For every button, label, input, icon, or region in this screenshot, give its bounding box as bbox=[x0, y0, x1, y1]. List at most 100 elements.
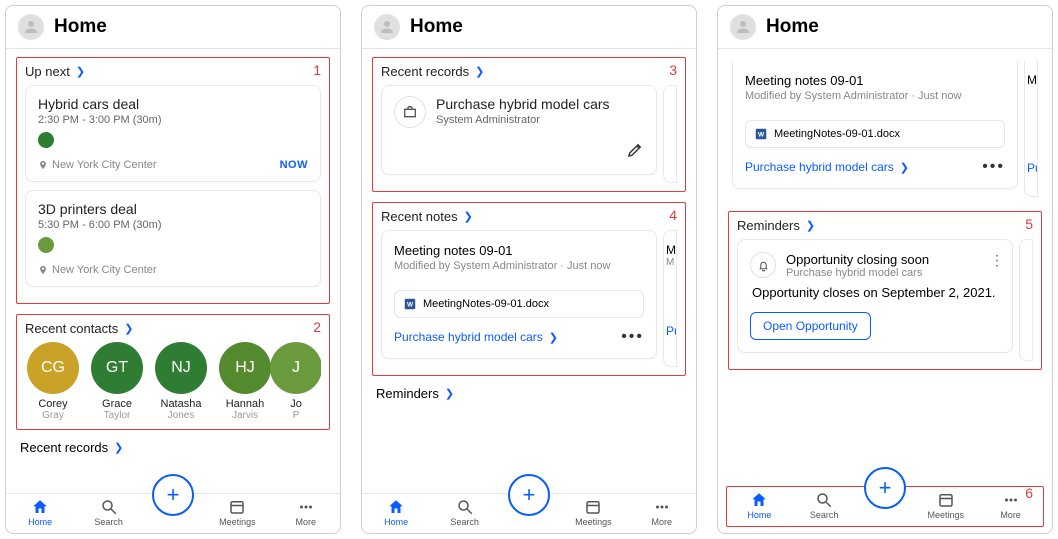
tab-meetings[interactable]: Meetings bbox=[212, 498, 262, 527]
contact-avatar: CG bbox=[27, 342, 79, 394]
now-badge: NOW bbox=[280, 159, 308, 171]
reminders-header[interactable]: Reminders ❯ bbox=[737, 218, 1033, 233]
tab-more[interactable]: More bbox=[637, 498, 687, 527]
meeting-card[interactable]: Hybrid cars deal 2:30 PM - 3:00 PM (30m)… bbox=[25, 85, 321, 182]
open-opportunity-button[interactable]: Open Opportunity bbox=[750, 312, 871, 340]
contact-avatar: GT bbox=[91, 342, 143, 394]
person-icon bbox=[22, 18, 40, 36]
fab-add-button[interactable]: + bbox=[864, 467, 906, 509]
peek-sub: M bbox=[666, 257, 674, 268]
word-doc-icon: W bbox=[754, 127, 768, 141]
note-card[interactable]: Meeting notes 09-01 Modified by System A… bbox=[381, 230, 657, 359]
contact-item[interactable]: J Jo P bbox=[281, 342, 311, 421]
tab-bar: 6 + Home Search Meetings More bbox=[726, 486, 1044, 527]
meeting-card[interactable]: 3D printers deal 5:30 PM - 6:00 PM (30m)… bbox=[25, 190, 321, 287]
section-label: Recent notes bbox=[381, 209, 458, 224]
record-card-peek[interactable] bbox=[663, 85, 677, 183]
section-label: Recent records bbox=[20, 440, 108, 455]
section-label: Recent records bbox=[381, 64, 469, 79]
page-title: Home bbox=[766, 16, 819, 38]
tab-label: Home bbox=[384, 517, 408, 527]
fab-add-button[interactable]: + bbox=[508, 474, 550, 516]
note-attachment[interactable]: W MeetingNotes-09-01.docx bbox=[745, 120, 1005, 148]
reminders-header[interactable]: Reminders ❯ bbox=[376, 386, 682, 401]
up-next-header[interactable]: Up next ❯ bbox=[25, 64, 321, 79]
contact-first: Hannah bbox=[226, 398, 265, 410]
fab-add-button[interactable]: + bbox=[152, 474, 194, 516]
related-record-link[interactable]: Purchase hybrid model cars ❯ bbox=[745, 160, 909, 174]
reminders-section: 5 Reminders ❯ ⋮ Opportunity closing soon bbox=[728, 211, 1042, 370]
tab-search[interactable]: Search bbox=[84, 498, 134, 527]
screen-body: 1 Up next ❯ Hybrid cars deal 2:30 PM - 3… bbox=[6, 49, 340, 493]
tab-label: Home bbox=[747, 510, 771, 520]
phone-screen-2: Home 3 Recent records ❯ Purchase hybrid … bbox=[361, 5, 697, 534]
reminder-more-button[interactable]: ⋮ bbox=[990, 252, 1004, 269]
note-attachment[interactable]: W MeetingNotes-09-01.docx bbox=[394, 290, 644, 318]
bell-icon bbox=[750, 252, 776, 278]
profile-avatar[interactable] bbox=[730, 14, 756, 40]
meeting-time: 5:30 PM - 6:00 PM (30m) bbox=[38, 219, 308, 231]
search-icon bbox=[100, 498, 118, 516]
callout-number: 3 bbox=[669, 62, 677, 78]
tab-meetings[interactable]: Meetings bbox=[568, 498, 618, 527]
recent-records-header[interactable]: Recent records ❯ bbox=[20, 440, 326, 455]
more-actions-button[interactable]: ••• bbox=[621, 328, 644, 346]
more-actions-button[interactable]: ••• bbox=[982, 158, 1005, 176]
reminder-card-peek[interactable] bbox=[1019, 239, 1033, 361]
note-card-peek[interactable]: M M Pu bbox=[663, 230, 677, 367]
contact-last: Taylor bbox=[104, 410, 131, 421]
contact-avatar: NJ bbox=[155, 342, 207, 394]
meeting-time: 2:30 PM - 3:00 PM (30m) bbox=[38, 114, 308, 126]
attachment-name: MeetingNotes-09-01.docx bbox=[423, 298, 549, 310]
app-header: Home bbox=[6, 6, 340, 49]
tab-search[interactable]: Search bbox=[799, 491, 849, 520]
record-card[interactable]: Purchase hybrid model cars System Admini… bbox=[381, 85, 657, 175]
svg-text:W: W bbox=[407, 301, 414, 308]
note-title: Meeting notes 09-01 bbox=[394, 243, 644, 258]
more-icon bbox=[1002, 491, 1020, 509]
recent-notes-header[interactable]: Recent notes ❯ bbox=[381, 209, 677, 224]
edit-button[interactable] bbox=[626, 141, 644, 164]
callout-number: 1 bbox=[313, 62, 321, 78]
contact-item[interactable]: HJ Hannah Jarvis bbox=[217, 342, 273, 421]
recent-records-header[interactable]: Recent records ❯ bbox=[381, 64, 677, 79]
contact-last: P bbox=[293, 410, 300, 421]
reminder-card[interactable]: ⋮ Opportunity closing soon Purchase hybr… bbox=[737, 239, 1013, 353]
tab-label: Home bbox=[28, 517, 52, 527]
tab-label: Meetings bbox=[928, 510, 965, 520]
tab-search[interactable]: Search bbox=[440, 498, 490, 527]
section-label: Recent contacts bbox=[25, 321, 118, 336]
tab-meetings[interactable]: Meetings bbox=[921, 491, 971, 520]
word-doc-icon: W bbox=[403, 297, 417, 311]
tab-home[interactable]: Home bbox=[371, 498, 421, 527]
profile-avatar[interactable] bbox=[374, 14, 400, 40]
profile-avatar[interactable] bbox=[18, 14, 44, 40]
tab-label: More bbox=[295, 517, 316, 527]
note-title: Meeting notes 09-01 bbox=[745, 73, 1005, 88]
link-text: Purchase hybrid model cars bbox=[394, 330, 543, 344]
location-pin-icon bbox=[38, 160, 48, 170]
contact-item[interactable]: NJ Natasha Jones bbox=[153, 342, 209, 421]
note-card[interactable]: Meeting notes 09-01 Modified by System A… bbox=[732, 61, 1018, 189]
contacts-row[interactable]: CG Corey Gray GT Grace Taylor NJ Natasha… bbox=[25, 342, 321, 421]
pencil-icon bbox=[626, 141, 644, 159]
more-icon bbox=[653, 498, 671, 516]
related-record-link[interactable]: Purchase hybrid model cars ❯ bbox=[394, 330, 558, 344]
tab-home[interactable]: Home bbox=[15, 498, 65, 527]
presence-dot bbox=[38, 237, 54, 253]
attachment-name: MeetingNotes-09-01.docx bbox=[774, 128, 900, 140]
briefcase-icon bbox=[394, 96, 426, 128]
person-icon bbox=[378, 18, 396, 36]
contact-last: Jones bbox=[168, 410, 195, 421]
recent-records-section: 3 Recent records ❯ Purchase hybrid model… bbox=[372, 57, 686, 192]
contact-item[interactable]: CG Corey Gray bbox=[25, 342, 81, 421]
location-pin-icon bbox=[38, 265, 48, 275]
note-card-peek[interactable]: M Pu bbox=[1024, 61, 1038, 197]
note-sub: Modified by System Administrator · Just … bbox=[745, 90, 1005, 102]
contact-item[interactable]: GT Grace Taylor bbox=[89, 342, 145, 421]
tab-more[interactable]: More bbox=[281, 498, 331, 527]
tab-home[interactable]: Home bbox=[734, 491, 784, 520]
contact-first: Grace bbox=[102, 398, 132, 410]
chevron-right-icon: ❯ bbox=[114, 441, 123, 454]
recent-contacts-header[interactable]: Recent contacts ❯ bbox=[25, 321, 321, 336]
